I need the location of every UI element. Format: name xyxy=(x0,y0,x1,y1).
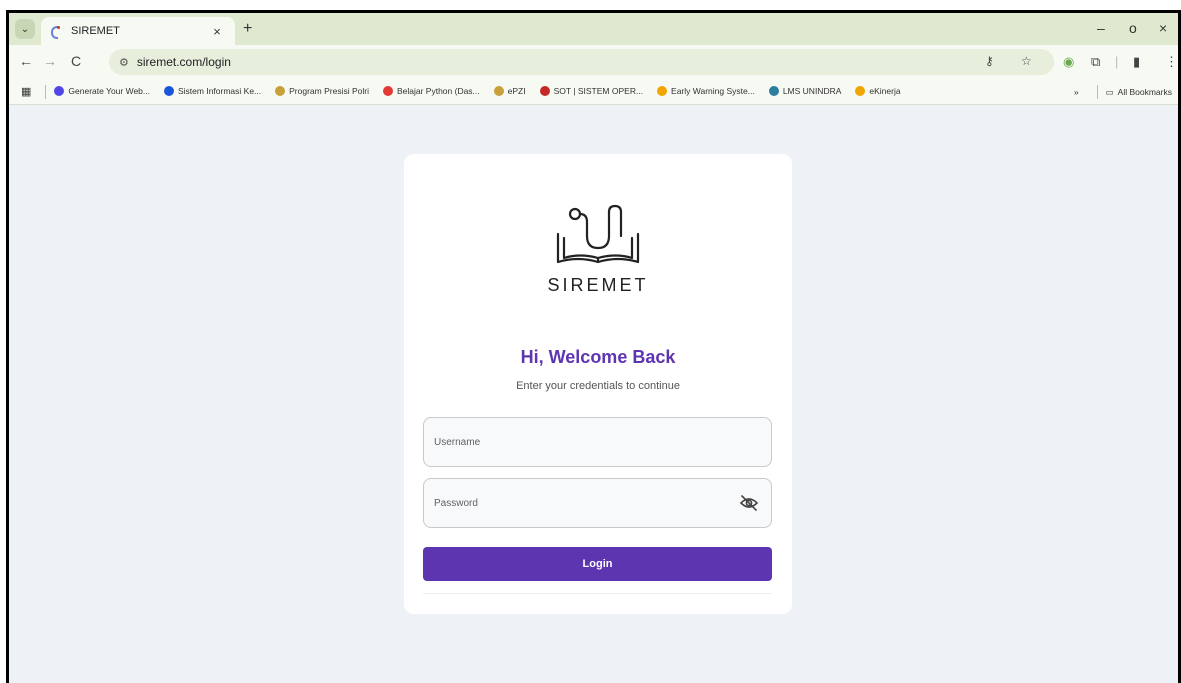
bookmark-item[interactable]: Program Presisi Polri xyxy=(275,85,369,96)
password-key-icon[interactable]: ⚷ xyxy=(985,54,994,68)
page-content: SIREMET Hi, Welcome Back Enter your cred… xyxy=(9,105,1178,683)
bookmark-favicon-icon xyxy=(54,85,65,96)
login-card: SIREMET Hi, Welcome Back Enter your cred… xyxy=(404,154,792,614)
restore-button[interactable]: o xyxy=(1129,20,1137,36)
close-window-button[interactable]: × xyxy=(1159,20,1167,36)
bookmarks-bar: ▦ Generate Your Web... Sistem Informasi K… xyxy=(9,79,1178,105)
bookmark-item[interactable]: Generate Your Web... xyxy=(54,85,150,96)
bookmark-item[interactable]: ePZI xyxy=(493,85,526,96)
bookmark-item[interactable]: SOT | SISTEM OPER... xyxy=(539,85,644,96)
toolbar-divider: | xyxy=(1115,54,1119,69)
page-title: Hi, Welcome Back xyxy=(520,347,676,367)
folder-icon: ▭ xyxy=(1105,86,1114,97)
eye-off-icon[interactable] xyxy=(739,494,759,512)
browser-window: ⌄ SIREMET × + – o × ← → C ⚙ siremet.com/… xyxy=(6,10,1181,683)
bookmark-label: Generate Your Web... xyxy=(68,85,150,96)
profile-icon[interactable]: ▮ xyxy=(1133,54,1140,70)
bookmark-item[interactable]: eKinerja xyxy=(855,85,901,96)
bookmark-label: Early Warning Syste... xyxy=(671,85,755,96)
bookmark-label: ePZI xyxy=(507,85,526,96)
all-bookmarks-button[interactable]: All Bookmarks xyxy=(1118,87,1172,97)
site-info-icon[interactable]: ⚙ xyxy=(119,56,129,69)
bookmark-label: Program Presisi Polri xyxy=(289,85,369,96)
bookmark-star-icon[interactable]: ☆ xyxy=(1021,54,1032,68)
bookmark-label: SOT | SISTEM OPER... xyxy=(553,85,644,96)
bookmark-list: Generate Your Web... Sistem Informasi Ke.… xyxy=(54,83,914,101)
bookmark-favicon-icon xyxy=(164,85,174,96)
username-field[interactable] xyxy=(423,417,772,467)
bookmark-favicon-icon xyxy=(539,85,550,96)
bookmark-item[interactable]: Early Warning Syste... xyxy=(657,85,755,96)
chevron-down-icon: ⌄ xyxy=(20,23,30,35)
siremet-logo-icon xyxy=(556,204,640,264)
username-input[interactable] xyxy=(434,432,734,452)
tab-search-button[interactable]: ⌄ xyxy=(15,19,35,39)
minimize-button[interactable]: – xyxy=(1097,20,1105,36)
bookmark-favicon-icon xyxy=(855,85,866,96)
bookmark-item[interactable]: Sistem Informasi Ke... xyxy=(164,85,262,96)
password-field[interactable] xyxy=(423,478,772,528)
bookmark-label: eKinerja xyxy=(869,85,901,96)
address-bar[interactable]: ⚙ siremet.com/login ⚷ ☆ xyxy=(109,49,1054,75)
bookmark-favicon-icon xyxy=(493,85,504,96)
more-bookmarks-button[interactable]: » xyxy=(1074,87,1079,97)
toolbar: ← → C ⚙ siremet.com/login ⚷ ☆ ◉ ⧉ | ▮ ⋮ xyxy=(9,45,1178,79)
page-subtitle: Enter your credentials to continue xyxy=(516,380,680,392)
new-tab-button[interactable]: + xyxy=(243,20,252,38)
brand-name: SIREMET xyxy=(547,275,649,295)
apps-grid-icon[interactable]: ▦ xyxy=(21,85,31,98)
card-divider xyxy=(423,593,772,594)
bookmark-item[interactable]: Belajar Python (Das... xyxy=(382,85,480,96)
tab-strip: ⌄ SIREMET × + – o × xyxy=(9,13,1178,45)
extensions-puzzle-icon[interactable]: ⧉ xyxy=(1091,54,1100,70)
bookmark-favicon-icon xyxy=(275,85,286,96)
bookmark-item[interactable]: LMS UNINDRA xyxy=(768,85,842,96)
bookmark-label: Belajar Python (Das... xyxy=(396,85,480,96)
bookmark-favicon-icon xyxy=(657,85,668,96)
menu-kebab-icon[interactable]: ⋮ xyxy=(1165,54,1178,70)
close-tab-icon[interactable]: × xyxy=(209,24,225,39)
bookmarks-divider xyxy=(1096,85,1098,99)
reload-button[interactable]: C xyxy=(67,53,85,69)
password-input[interactable] xyxy=(434,493,734,513)
bookmarks-divider xyxy=(45,84,47,99)
login-button[interactable]: Login xyxy=(423,547,772,581)
bookmarks-right: » ▭ All Bookmarks xyxy=(1074,85,1172,99)
bookmark-label: LMS UNINDRA xyxy=(782,85,842,96)
bookmark-favicon-icon xyxy=(768,85,779,96)
url-text: siremet.com/login xyxy=(136,55,231,69)
forward-button[interactable]: → xyxy=(41,53,59,69)
extension-icon[interactable]: ◉ xyxy=(1063,54,1074,70)
tab-siremet[interactable]: SIREMET × xyxy=(41,17,235,45)
favicon-icon xyxy=(51,25,63,39)
tab-title: SIREMET xyxy=(71,25,120,37)
bookmark-favicon-icon xyxy=(382,85,393,96)
bookmark-label: Sistem Informasi Ke... xyxy=(178,85,262,96)
back-button[interactable]: ← xyxy=(17,53,35,69)
